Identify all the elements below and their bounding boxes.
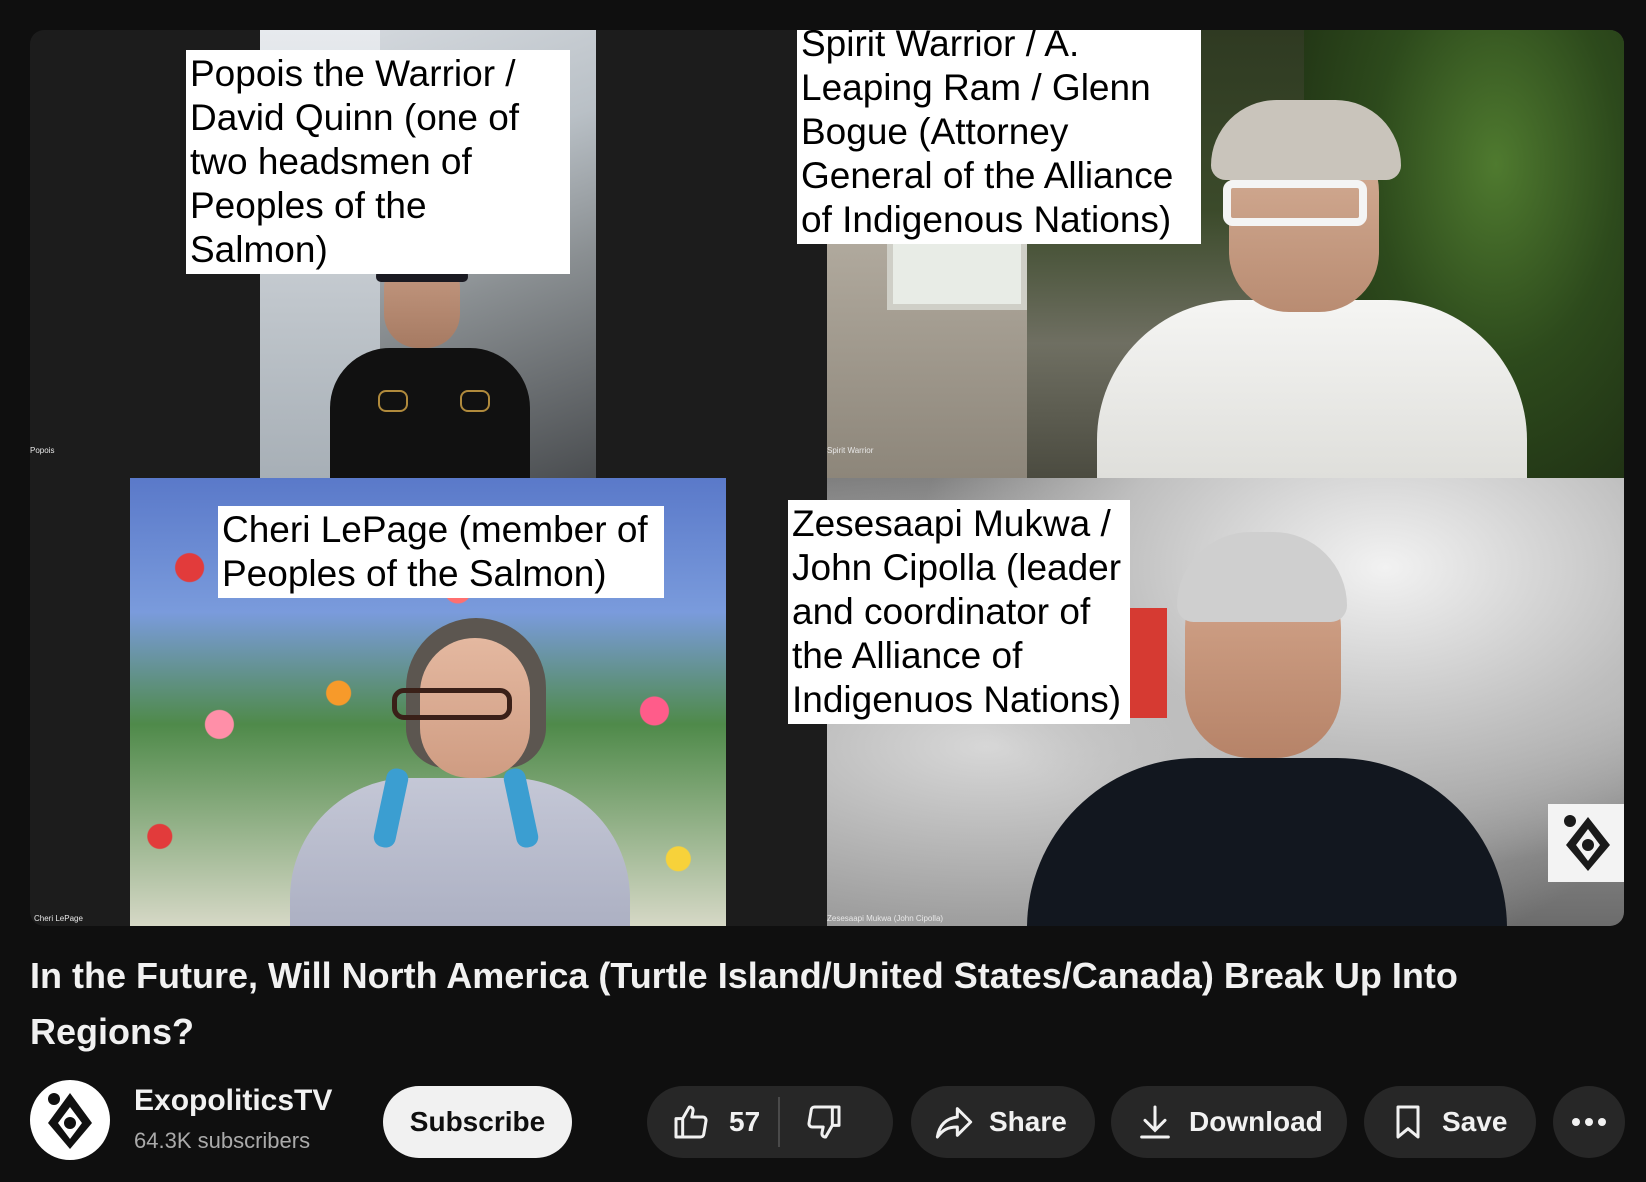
participant-figure xyxy=(1027,758,1507,926)
exopolitics-logo-icon xyxy=(1560,811,1616,875)
participant-hair xyxy=(1177,532,1347,622)
video-player[interactable]: Popois Popois the Warrior / David Quinn … xyxy=(30,30,1624,926)
channel-watermark[interactable] xyxy=(1548,804,1624,882)
share-arrow-icon xyxy=(933,1102,975,1142)
dislike-button[interactable] xyxy=(780,1086,844,1158)
red-object xyxy=(1127,608,1167,718)
bookmark-icon xyxy=(1388,1102,1428,1142)
more-actions-button[interactable] xyxy=(1553,1086,1625,1158)
white-glasses xyxy=(1223,180,1367,226)
save-button[interactable]: Save xyxy=(1364,1086,1536,1158)
channel-name[interactable]: ExopoliticsTV xyxy=(134,1084,332,1118)
jacket-embroidery xyxy=(378,390,408,412)
download-button[interactable]: Download xyxy=(1111,1086,1347,1158)
like-count: 57 xyxy=(729,1106,761,1137)
tile-name-tag: Spirit Warrior xyxy=(827,446,874,455)
more-horizontal-icon xyxy=(1571,1117,1607,1127)
thumbs-down-icon xyxy=(804,1102,844,1142)
like-button[interactable]: 57 xyxy=(647,1086,778,1158)
subscriber-count: 64.3K subscribers xyxy=(134,1128,311,1153)
like-dislike-group: 57 xyxy=(647,1086,893,1158)
channel-avatar[interactable] xyxy=(30,1080,110,1160)
download-icon xyxy=(1135,1102,1175,1142)
jacket-embroidery xyxy=(460,390,490,412)
tile-name-tag: Zesesaapi Mukwa (John Cipolla) xyxy=(827,914,944,923)
share-label: Share xyxy=(989,1106,1067,1137)
share-button[interactable]: Share xyxy=(911,1086,1095,1158)
caption-popois: Popois the Warrior / David Quinn (one of… xyxy=(186,50,570,274)
exopolitics-logo-icon xyxy=(42,1087,98,1153)
caption-spirit-warrior: Spirit Warrior / A. Leaping Ram / Glenn … xyxy=(797,30,1201,244)
tile-name-tag: Cheri LePage xyxy=(34,914,83,923)
download-label: Download xyxy=(1189,1106,1323,1137)
participant-figure xyxy=(330,348,530,478)
thumbs-up-icon xyxy=(671,1102,711,1142)
video-title: In the Future, Will North America (Turtl… xyxy=(30,955,1458,1052)
tile-name-tag: Popois xyxy=(30,446,55,455)
subscribe-button[interactable]: Subscribe xyxy=(383,1086,572,1158)
participant-figure xyxy=(1097,300,1527,478)
participant-hair xyxy=(1211,100,1401,180)
participant-figure xyxy=(290,778,630,926)
caption-zesesaapi-mukwa: Zesesaapi Mukwa / John Cipolla (leader a… xyxy=(788,500,1130,724)
participant-glasses xyxy=(392,688,512,720)
save-label: Save xyxy=(1442,1106,1508,1137)
caption-cheri-lepage: Cheri LePage (member of Peoples of the S… xyxy=(218,506,664,598)
